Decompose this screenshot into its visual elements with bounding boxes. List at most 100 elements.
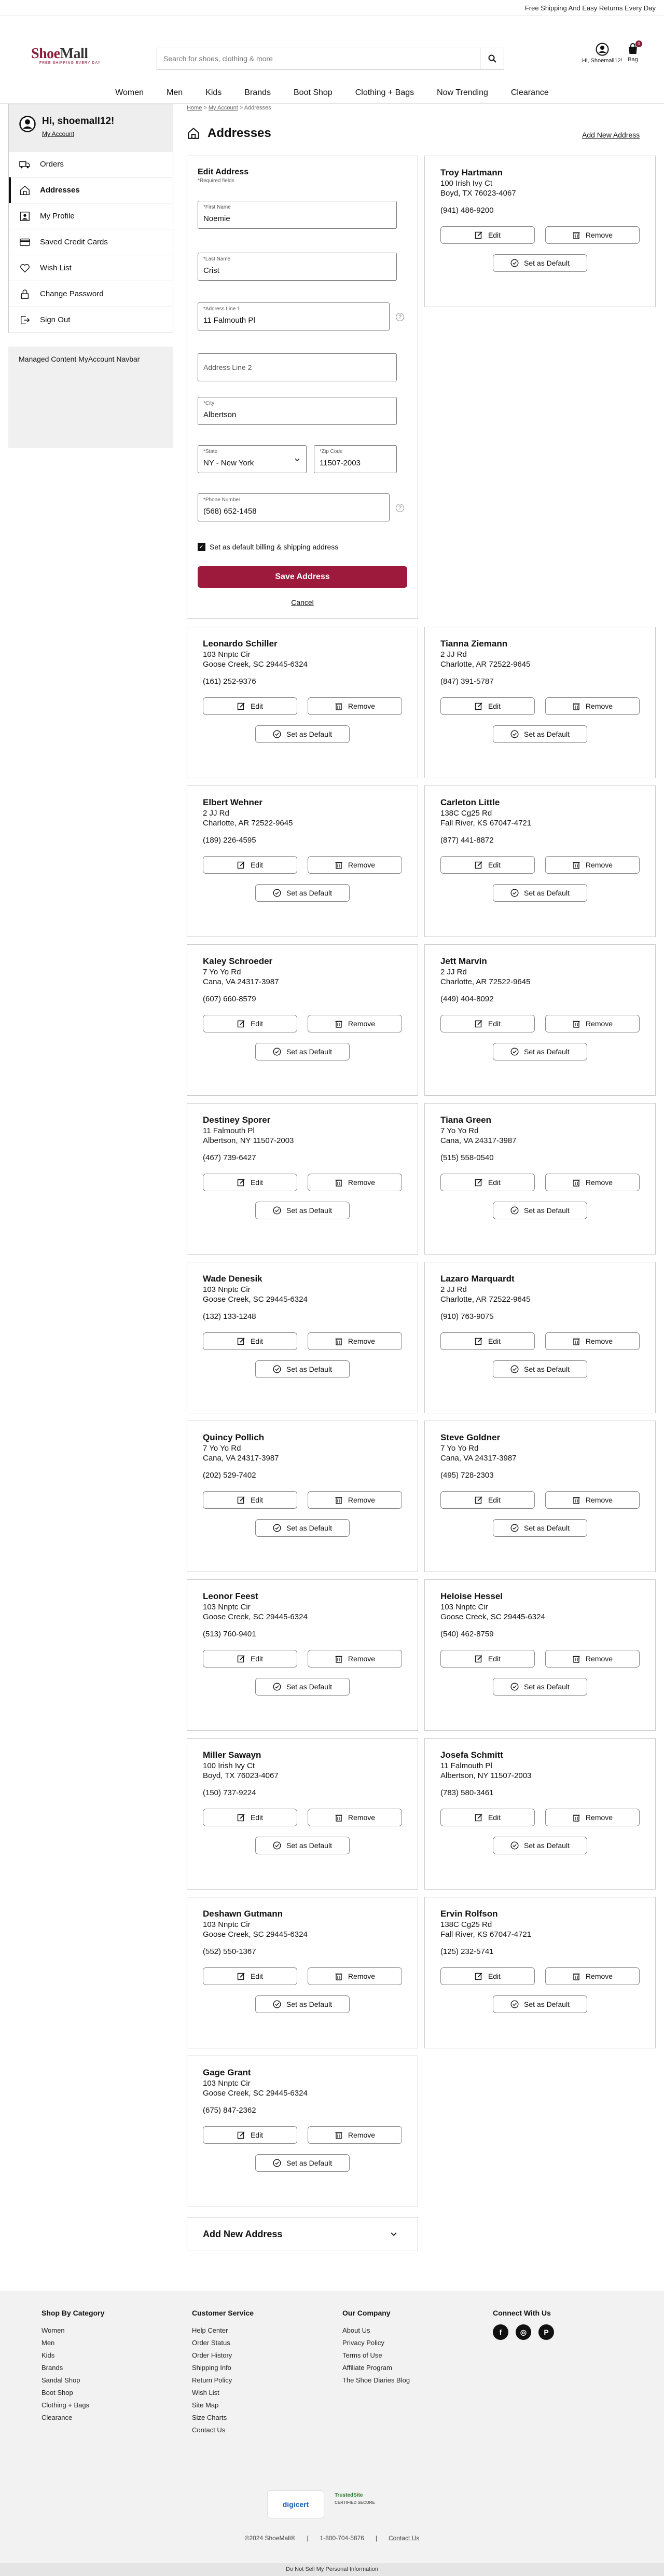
footer-link[interactable]: Return Policy	[192, 2374, 254, 2387]
address-line-2-field[interactable]: Address Line 2	[198, 353, 397, 381]
edit-button[interactable]: Edit	[203, 697, 297, 715]
sidebar-item-addresses[interactable]: Addresses	[9, 177, 173, 203]
footer-link[interactable]: Privacy Policy	[342, 2337, 410, 2349]
digicert-seal[interactable]: digicert	[267, 2490, 324, 2518]
breadcrumb-my-account[interactable]: My Account	[209, 105, 238, 111]
edit-button[interactable]: Edit	[440, 1650, 535, 1668]
set-as-default-button[interactable]: Set as Default	[255, 1519, 350, 1537]
set-as-default-button[interactable]: Set as Default	[255, 1360, 350, 1378]
footer-link[interactable]: Clothing + Bags	[42, 2399, 104, 2412]
breadcrumb-home[interactable]: Home	[187, 105, 202, 111]
set-as-default-button[interactable]: Set as Default	[493, 1519, 587, 1537]
set-as-default-button[interactable]: Set as Default	[255, 1995, 350, 2013]
footer-link[interactable]: Order History	[192, 2349, 254, 2362]
footer-link[interactable]: Terms of Use	[342, 2349, 410, 2362]
remove-button[interactable]: Remove	[545, 1967, 640, 1985]
trustedsite-seal[interactable]: TrustedSite CERTIFIED SECURE	[335, 2492, 381, 2517]
edit-button[interactable]: Edit	[440, 1332, 535, 1350]
footer-link[interactable]: Order Status	[192, 2337, 254, 2349]
remove-button[interactable]: Remove	[545, 226, 640, 244]
account-menu[interactable]: Hi, Shoemall12!	[582, 43, 622, 64]
set-as-default-button[interactable]: Set as Default	[493, 254, 587, 272]
save-address-button[interactable]: Save Address	[198, 566, 407, 588]
footer-link[interactable]: Boot Shop	[42, 2387, 104, 2399]
remove-button[interactable]: Remove	[308, 856, 402, 874]
nav-kids[interactable]: Kids	[194, 88, 233, 98]
footer-link[interactable]: Clearance	[42, 2412, 104, 2424]
remove-button[interactable]: Remove	[545, 1809, 640, 1826]
set-as-default-button[interactable]: Set as Default	[255, 884, 350, 902]
edit-button[interactable]: Edit	[440, 1967, 535, 1985]
remove-button[interactable]: Remove	[308, 1809, 402, 1826]
set-as-default-button[interactable]: Set as Default	[255, 1678, 350, 1696]
edit-button[interactable]: Edit	[203, 1174, 297, 1191]
bag-button[interactable]: 0 Bag	[627, 40, 642, 63]
nav-brands[interactable]: Brands	[233, 88, 282, 98]
sidebar-item-saved-credit-cards[interactable]: Saved Credit Cards	[9, 229, 173, 255]
set-as-default-button[interactable]: Set as Default	[493, 1043, 587, 1060]
remove-button[interactable]: Remove	[308, 697, 402, 715]
remove-button[interactable]: Remove	[308, 1967, 402, 1985]
set-as-default-button[interactable]: Set as Default	[493, 1678, 587, 1696]
nav-clothing-bags[interactable]: Clothing + Bags	[344, 88, 425, 98]
edit-button[interactable]: Edit	[203, 1809, 297, 1826]
sidebar-item-change-password[interactable]: Change Password	[9, 281, 173, 307]
remove-button[interactable]: Remove	[545, 1015, 640, 1032]
state-select[interactable]: *State NY - New York	[198, 445, 307, 473]
edit-button[interactable]: Edit	[203, 1015, 297, 1032]
add-new-address-accordion[interactable]: Add New Address	[187, 2217, 418, 2251]
first-name-field[interactable]: *First Name Noemie	[198, 201, 397, 229]
nav-men[interactable]: Men	[155, 88, 194, 98]
remove-button[interactable]: Remove	[545, 1174, 640, 1191]
remove-button[interactable]: Remove	[308, 1015, 402, 1032]
footer-link[interactable]: Men	[42, 2337, 104, 2349]
remove-button[interactable]: Remove	[545, 1491, 640, 1509]
set-as-default-button[interactable]: Set as Default	[493, 1202, 587, 1219]
footer-link[interactable]: Help Center	[192, 2324, 254, 2337]
footer-link[interactable]: Size Charts	[192, 2412, 254, 2424]
default-address-checkbox[interactable]: ✓ Set as default billing & shipping addr…	[198, 543, 338, 551]
edit-button[interactable]: Edit	[440, 1174, 535, 1191]
set-as-default-button[interactable]: Set as Default	[493, 725, 587, 743]
remove-button[interactable]: Remove	[308, 1174, 402, 1191]
edit-button[interactable]: Edit	[440, 226, 535, 244]
phone-number-field[interactable]: *Phone Number (568) 652-1458	[198, 493, 390, 521]
instagram-icon[interactable]: ◎	[516, 2324, 531, 2340]
edit-button[interactable]: Edit	[203, 1491, 297, 1509]
city-field[interactable]: *City Albertson	[198, 397, 397, 425]
edit-button[interactable]: Edit	[203, 2126, 297, 2144]
edit-button[interactable]: Edit	[440, 1809, 535, 1826]
nav-now-trending[interactable]: Now Trending	[425, 88, 500, 98]
set-as-default-button[interactable]: Set as Default	[255, 725, 350, 743]
edit-button[interactable]: Edit	[440, 1491, 535, 1509]
add-new-address-link[interactable]: Add New Address	[582, 131, 640, 139]
footer-link[interactable]: Contact Us	[192, 2424, 254, 2436]
set-as-default-button[interactable]: Set as Default	[255, 1837, 350, 1854]
remove-button[interactable]: Remove	[308, 1650, 402, 1668]
info-icon[interactable]: ?	[396, 313, 404, 321]
info-icon[interactable]: ?	[396, 504, 404, 512]
my-account-link[interactable]: My Account	[42, 130, 114, 137]
sidebar-item-orders[interactable]: Orders	[9, 151, 173, 177]
nav-women[interactable]: Women	[104, 88, 155, 98]
footer-link[interactable]: Brands	[42, 2362, 104, 2374]
footer-link[interactable]: Sandal Shop	[42, 2374, 104, 2387]
footer-link[interactable]: About Us	[342, 2324, 410, 2337]
set-as-default-button[interactable]: Set as Default	[493, 1837, 587, 1854]
edit-button[interactable]: Edit	[203, 1332, 297, 1350]
set-as-default-button[interactable]: Set as Default	[255, 1202, 350, 1219]
do-not-sell-link[interactable]: Do Not Sell My Personal Information	[0, 2563, 664, 2576]
remove-button[interactable]: Remove	[545, 1650, 640, 1668]
remove-button[interactable]: Remove	[308, 1332, 402, 1350]
search-input[interactable]	[157, 48, 480, 69]
set-as-default-button[interactable]: Set as Default	[493, 1995, 587, 2013]
shoemall-logo[interactable]: ShoeMall FREE SHIPPING EVERY DAY	[31, 46, 109, 68]
sidebar-item-my-profile[interactable]: My Profile	[9, 203, 173, 229]
set-as-default-button[interactable]: Set as Default	[493, 884, 587, 902]
nav-clearance[interactable]: Clearance	[500, 88, 560, 98]
remove-button[interactable]: Remove	[545, 697, 640, 715]
edit-button[interactable]: Edit	[203, 856, 297, 874]
edit-button[interactable]: Edit	[203, 1650, 297, 1668]
footer-link[interactable]: Site Map	[192, 2399, 254, 2412]
search-button[interactable]	[480, 48, 504, 69]
